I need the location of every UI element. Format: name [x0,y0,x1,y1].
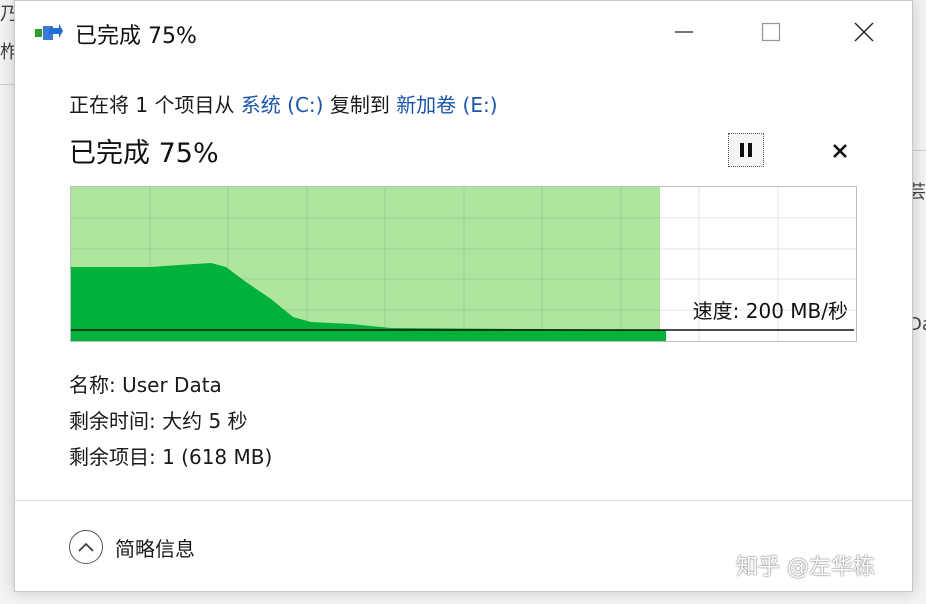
footer-divider [15,500,912,501]
speed-label: 速度: 200 MB/秒 [692,299,848,323]
source-link[interactable]: 系统 (C:) [241,93,324,117]
minimize-icon [675,31,693,33]
less-details-button[interactable]: 简略信息 [69,527,195,567]
time-remaining: 剩余时间: 大约 5 秒 [69,409,248,433]
copy-middle: 复制到 [323,93,397,117]
maximize-button[interactable] [748,11,794,53]
speed-graph: 速度: 200 MB/秒 [70,186,857,342]
window-title: 已完成 75% [75,24,197,49]
minimize-button[interactable] [661,11,707,53]
background-divider [911,150,926,151]
copy-description: 正在将 1 个项目从 系统 (C:) 复制到 新加卷 (E:) [69,89,498,118]
maximize-icon [761,22,781,42]
cancel-icon [833,144,847,158]
watermark: 知乎 @左华栋 [736,555,875,580]
less-details-label: 简略信息 [115,536,195,561]
pause-button[interactable] [728,133,764,167]
close-icon [854,22,874,42]
chevron-up-icon [69,530,103,564]
copy-prefix: 正在将 1 个项目从 [69,93,241,117]
title-bar[interactable]: 已完成 75% [15,1,912,63]
progress-status: 已完成 75% [69,138,219,169]
destination-link[interactable]: 新加卷 (E:) [396,93,497,117]
items-remaining: 剩余项目: 1 (618 MB) [69,445,273,469]
pause-icon [740,143,752,157]
background-divider [0,84,14,85]
copy-progress-window: 已完成 75% 正在将 1 个项目从 系统 (C:) 复制到 新加卷 (E:) … [14,0,913,592]
close-button[interactable] [841,11,887,53]
copy-arrow-icon [35,24,63,40]
file-name: 名称: User Data [69,373,222,397]
cancel-button[interactable] [827,138,853,164]
